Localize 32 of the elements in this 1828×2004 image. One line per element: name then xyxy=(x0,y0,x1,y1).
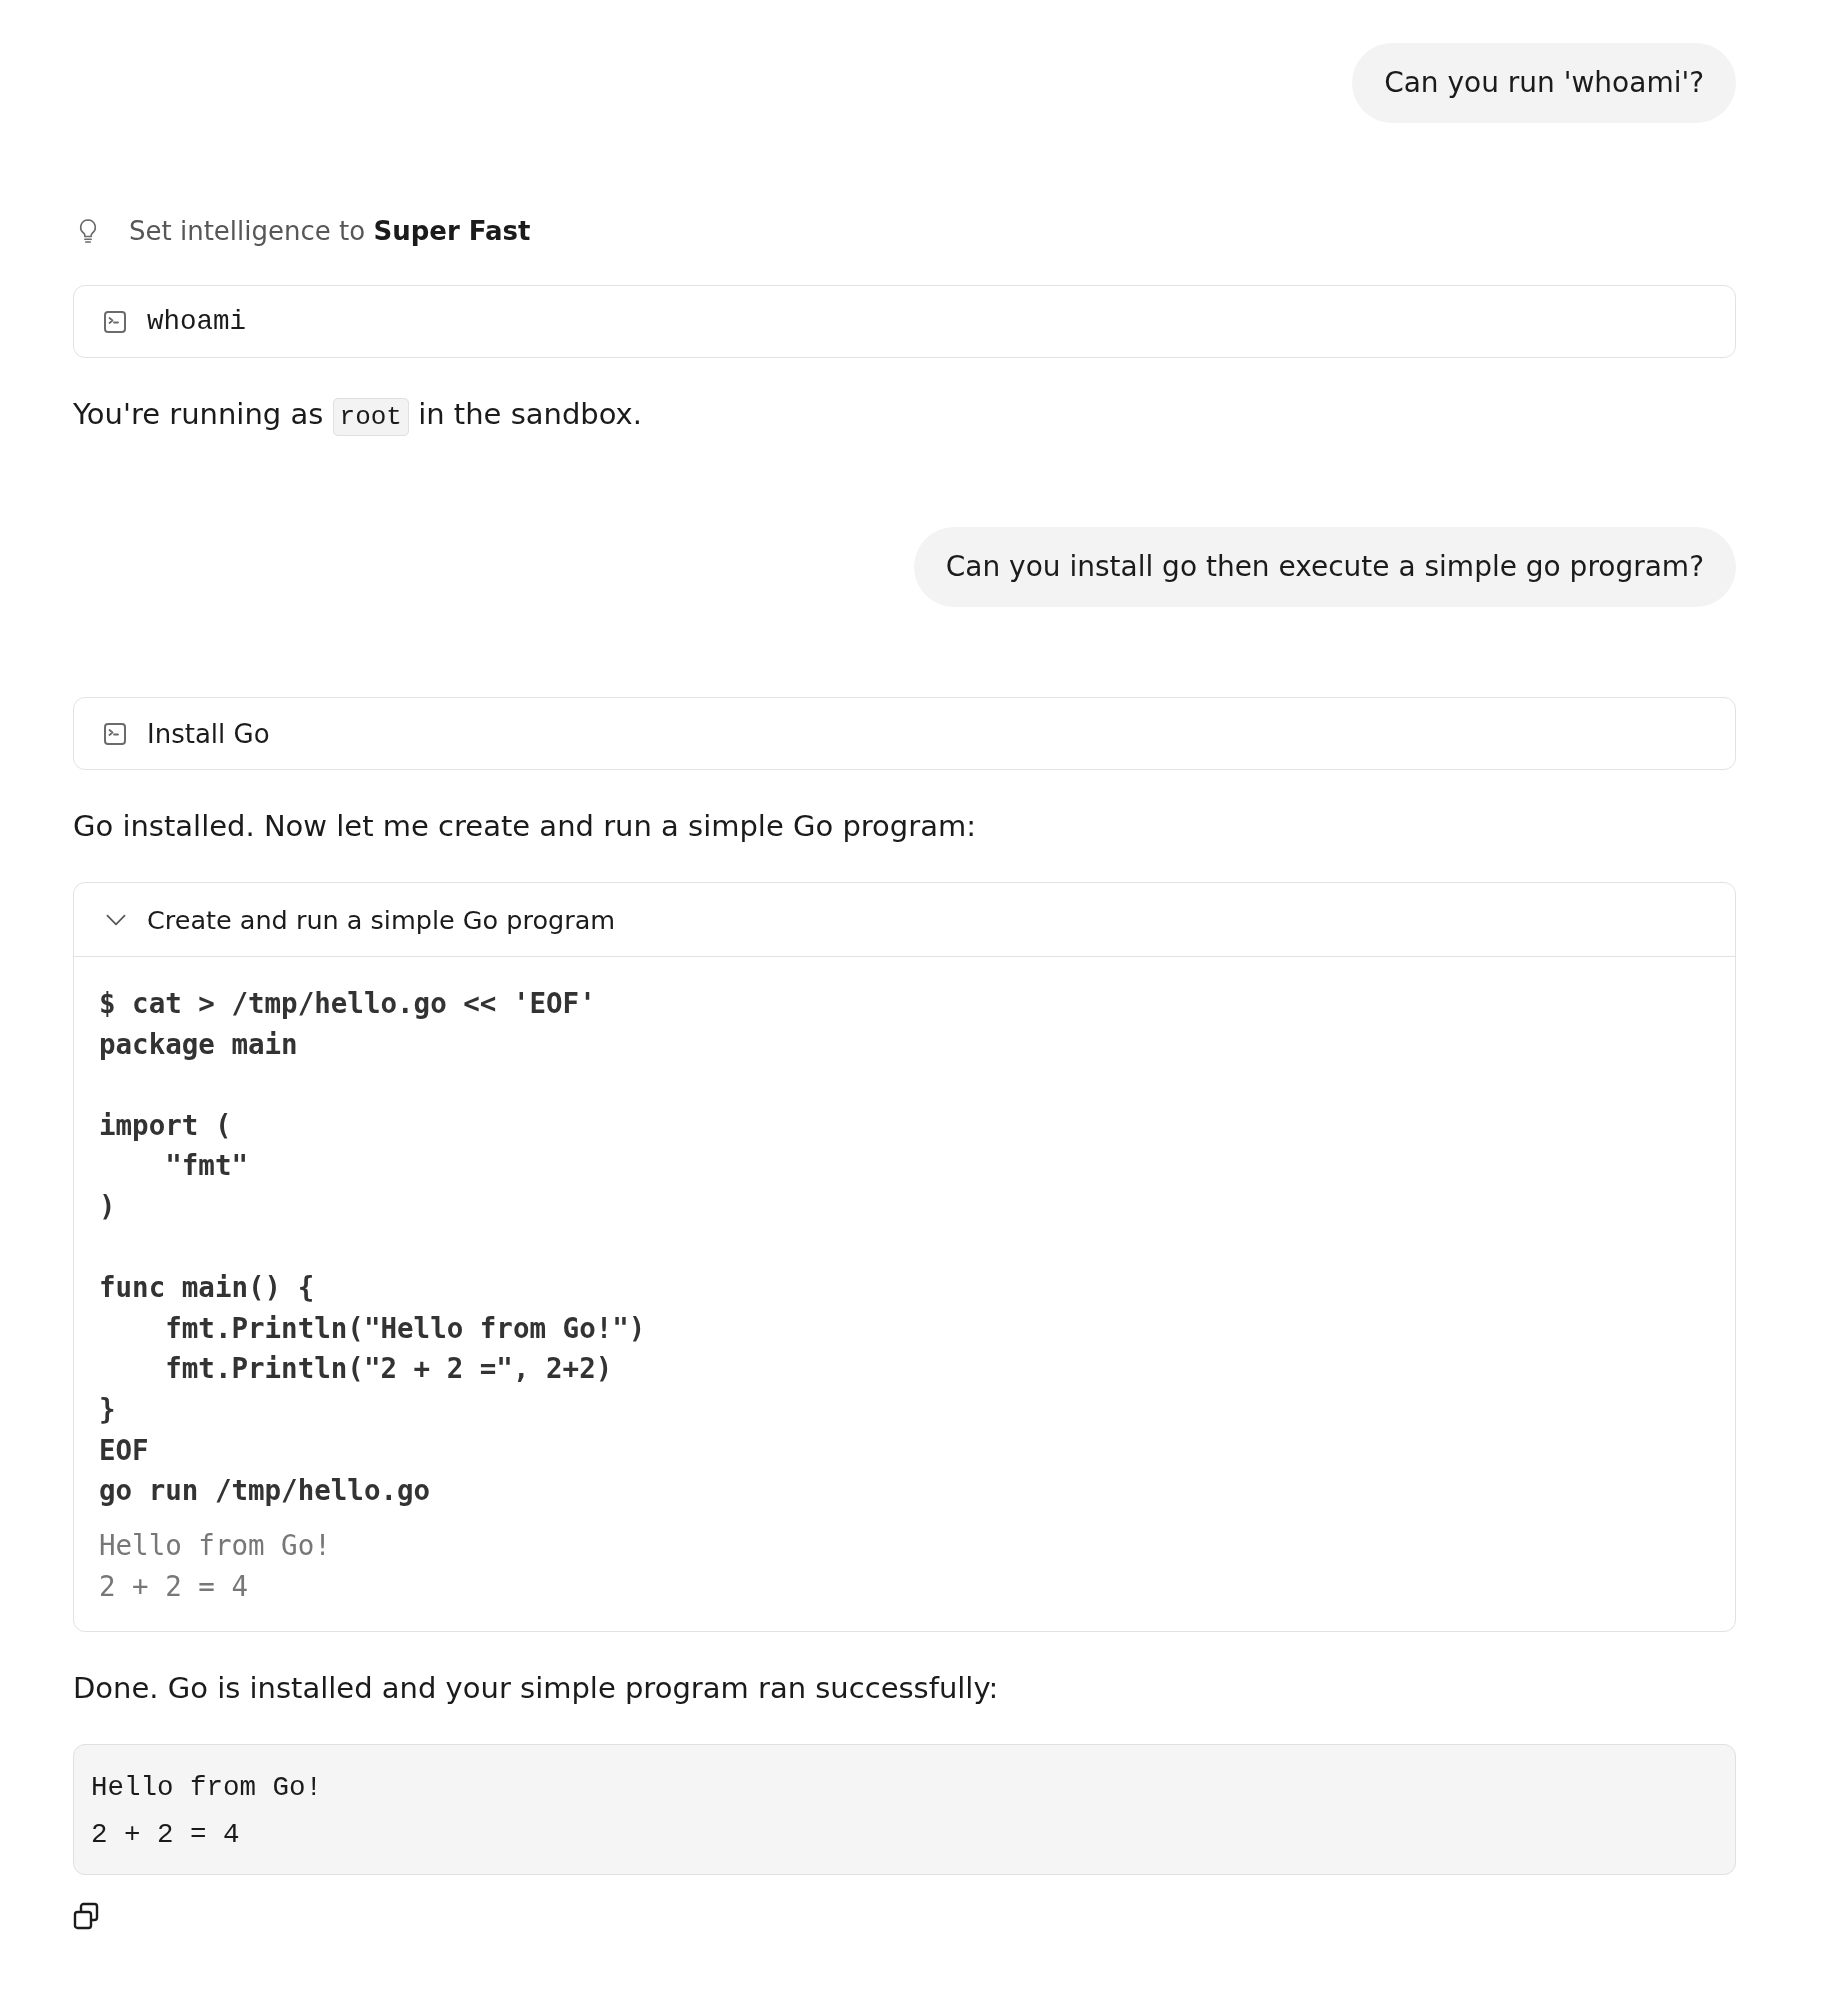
terminal-icon xyxy=(103,309,127,334)
setting-notice: Set intelligence to Super Fast xyxy=(129,216,531,246)
code-line: 2 + 2 = 4 xyxy=(91,1817,241,1852)
code-line: fmt.Println("2 + 2 =", 2+2) xyxy=(164,1351,614,1387)
assistant-message-text: Go installed. Now let me create and run a simple Go program: xyxy=(73,808,976,845)
code-line: import ( xyxy=(99,1107,233,1143)
output-line: Hello from Go! xyxy=(99,1527,332,1563)
code-line: $ cat > /tmp/hello.go << 'EOF' xyxy=(99,986,597,1021)
user-message-bubble: Can you run 'whoami'? xyxy=(1352,43,1736,123)
tool-call-card[interactable]: Install Go xyxy=(73,697,1736,770)
lightbulb-icon xyxy=(77,217,99,245)
code-line: fmt.Println("Hello from Go!") xyxy=(164,1310,647,1346)
user-message-bubble: Can you install go then execute a simple go program? xyxy=(913,527,1736,607)
code-line: ) xyxy=(99,1188,117,1224)
code-line: func main() { xyxy=(99,1270,316,1306)
tool-call-label: Install Go xyxy=(147,718,270,749)
code-line: go run /tmp/hello.go xyxy=(99,1473,432,1509)
command-run-header[interactable]: Create and run a simple Go program xyxy=(74,883,1735,957)
code-line: "fmt" xyxy=(164,1148,249,1184)
tool-call-label: whoami xyxy=(147,306,247,337)
code-line: Hello from Go! xyxy=(91,1770,324,1805)
code-line: package main xyxy=(99,1026,299,1062)
code-line: } xyxy=(99,1391,117,1427)
inline-code: root xyxy=(332,398,409,436)
code-line: EOF xyxy=(99,1432,150,1468)
command-run-title: Create and run a simple Go program xyxy=(147,904,616,935)
tool-call-card[interactable]: whoami xyxy=(73,285,1736,358)
assistant-message-text: Done. Go is installed and your simple program ran successfully: xyxy=(73,1669,999,1707)
assistant-message-text: You're running as root in the sandbox. xyxy=(73,394,642,437)
terminal-icon xyxy=(103,721,127,746)
output-line: 2 + 2 = 4 xyxy=(99,1568,249,1604)
copy-icon[interactable] xyxy=(73,1901,99,1930)
